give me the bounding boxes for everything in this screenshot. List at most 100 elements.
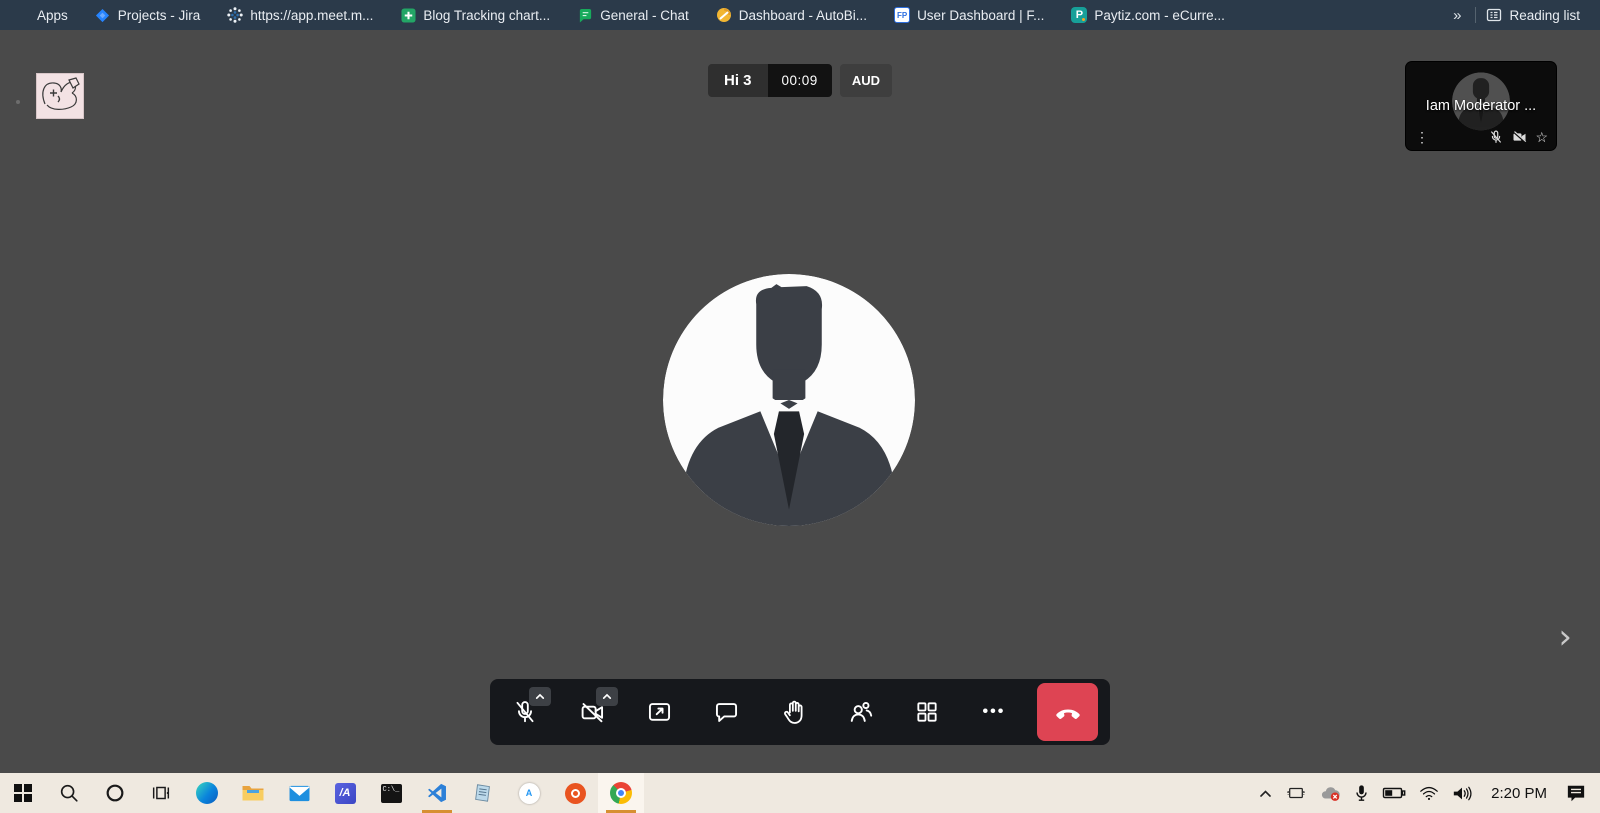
star-icon[interactable]: ☆ [1535, 130, 1548, 144]
camera-off-icon [1511, 129, 1528, 145]
bookmark-label: Dashboard - AutoBi... [739, 8, 867, 23]
participants-button[interactable] [837, 684, 884, 740]
bookmarks-overflow-chevron[interactable]: » [1441, 7, 1473, 24]
bookmarks-bar-right: » Reading list [1441, 7, 1590, 24]
participant-menu-icon[interactable]: ⋮ [1415, 130, 1429, 144]
meeting-stage: Hi 3 00:09 AUD Iam Moderator .. [0, 30, 1600, 773]
mail-button[interactable] [276, 773, 322, 813]
chat-icon [713, 699, 740, 726]
bookmark-general-chat[interactable]: General - Chat [577, 7, 689, 23]
paytiz-icon: P [1071, 7, 1087, 23]
meeting-header: Hi 3 00:09 AUD [0, 64, 1600, 97]
tray-volume-icon[interactable] [1450, 783, 1474, 804]
participant-name: Iam Moderator ... [1406, 98, 1556, 114]
bookmark-label: Blog Tracking chart... [423, 8, 550, 23]
reading-list-button[interactable]: Reading list [1486, 7, 1580, 23]
camera-button[interactable] [569, 684, 616, 740]
tile-view-button[interactable] [904, 684, 951, 740]
participant-thumbnail[interactable]: Iam Moderator ... ⋮ ☆ [1406, 62, 1556, 150]
file-explorer-icon [241, 783, 265, 803]
task-view-icon [150, 782, 172, 804]
hangup-icon [1053, 697, 1083, 727]
search-button[interactable] [46, 773, 92, 813]
cortana-circle-icon [104, 782, 126, 804]
bookmark-label: User Dashboard | F... [917, 8, 1044, 23]
a-app-button[interactable]: /A [322, 773, 368, 813]
hangup-button[interactable] [1037, 683, 1098, 741]
meeting-subject-pill[interactable]: Hi 3 00:09 [708, 64, 832, 97]
raise-hand-button[interactable] [770, 684, 817, 740]
bookmarks-divider [1475, 7, 1476, 23]
tray-display-icon[interactable] [1284, 782, 1308, 804]
bookmark-label: Apps [37, 8, 68, 23]
tray-microphone-icon[interactable] [1352, 782, 1371, 804]
bookmarks-bar: Apps Projects - Jira https://app.meet.m.… [0, 0, 1600, 30]
vscode-icon [426, 782, 448, 804]
ubuntu-icon [565, 783, 586, 804]
apps-grid-icon [14, 7, 30, 23]
action-center-button[interactable] [1564, 782, 1588, 805]
a-app-icon: /A [335, 783, 356, 804]
mail-icon [288, 784, 311, 803]
tray-show-hidden-chevron[interactable] [1256, 786, 1275, 801]
bookmark-label: https://app.meet.m... [250, 8, 373, 23]
meet-app-icon [227, 7, 243, 23]
vscode-button[interactable] [414, 773, 460, 813]
google-chat-icon [577, 7, 593, 23]
participants-icon [847, 699, 874, 726]
tile-view-icon [914, 699, 940, 725]
studio-button[interactable]: A [506, 773, 552, 813]
mic-muted-icon [1488, 129, 1504, 145]
search-icon [58, 782, 80, 804]
screen: Apps Projects - Jira https://app.meet.m.… [0, 0, 1600, 813]
bookmark-paytiz[interactable]: P Paytiz.com - eCurre... [1071, 7, 1225, 23]
tray-clock[interactable]: 2:20 PM [1483, 785, 1555, 802]
raise-hand-icon [780, 699, 807, 726]
meeting-title: Hi 3 [708, 64, 768, 97]
autobi-icon [716, 7, 732, 23]
more-options-icon: ••• [983, 703, 1006, 721]
meeting-toolbar: ••• [490, 679, 1110, 745]
cortana-button[interactable] [92, 773, 138, 813]
studio-icon: A [519, 783, 540, 804]
sheets-plus-icon [400, 7, 416, 23]
share-screen-button[interactable] [636, 684, 683, 740]
ubuntu-button[interactable] [552, 773, 598, 813]
jira-icon [95, 7, 111, 23]
windows-taskbar: /A C:\_ A [0, 773, 1600, 813]
chrome-icon [610, 782, 632, 804]
bookmark-apps[interactable]: Apps [14, 7, 68, 23]
chat-button[interactable] [703, 684, 750, 740]
system-tray: 2:20 PM [1256, 773, 1600, 813]
share-screen-icon [646, 699, 673, 726]
edge-icon [196, 782, 218, 804]
terminal-button[interactable]: C:\_ [368, 773, 414, 813]
tray-battery-icon[interactable] [1380, 784, 1408, 802]
mute-button[interactable] [502, 684, 549, 740]
bookmark-jira[interactable]: Projects - Jira [95, 7, 201, 23]
bookmark-blog-tracking[interactable]: Blog Tracking chart... [400, 7, 550, 23]
chrome-button[interactable] [598, 773, 644, 813]
audio-options-chevron[interactable] [529, 687, 551, 706]
bookmark-user-dashboard[interactable]: FP User Dashboard | F... [894, 7, 1044, 23]
participant-status-icons: ☆ [1488, 129, 1548, 145]
video-options-chevron[interactable] [596, 687, 618, 706]
start-button[interactable] [0, 773, 46, 813]
stage-dot [16, 100, 20, 104]
filmstrip-toggle-chevron[interactable]: › [1558, 620, 1572, 654]
reading-list-icon [1486, 7, 1502, 23]
notepad-button[interactable] [460, 773, 506, 813]
bookmark-autobi[interactable]: Dashboard - AutoBi... [716, 7, 867, 23]
bookmark-label: Projects - Jira [118, 8, 201, 23]
tray-wifi-icon[interactable] [1417, 783, 1441, 803]
edge-button[interactable] [184, 773, 230, 813]
bookmark-meet-app[interactable]: https://app.meet.m... [227, 7, 373, 23]
bookmark-label: General - Chat [600, 8, 689, 23]
audio-only-badge: AUD [840, 64, 892, 97]
bookmark-label: Paytiz.com - eCurre... [1094, 8, 1225, 23]
task-view-button[interactable] [138, 773, 184, 813]
tray-onedrive-error-icon[interactable] [1317, 783, 1343, 804]
reading-list-label: Reading list [1509, 8, 1580, 23]
more-options-button[interactable]: ••• [970, 684, 1017, 740]
file-explorer-button[interactable] [230, 773, 276, 813]
